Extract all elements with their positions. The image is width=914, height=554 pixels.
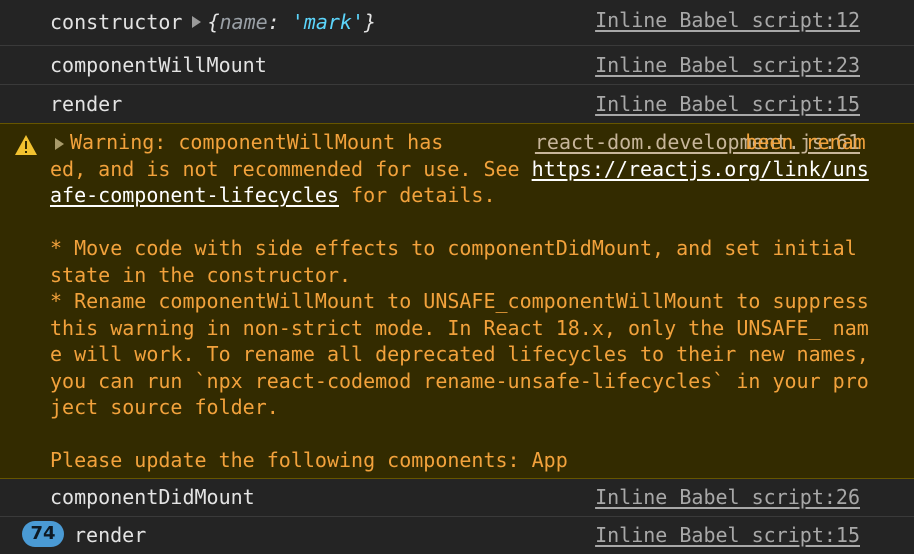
console-message: componentWillMount xyxy=(50,53,267,77)
object-value: 'mark' xyxy=(291,10,365,34)
warning-triangle-icon xyxy=(15,135,37,155)
object-key: name xyxy=(219,10,268,34)
console-message: componentDidMount xyxy=(50,485,255,509)
object-colon: : xyxy=(267,10,292,34)
console-panel: constructor {name: 'mark'} Inline Babel s… xyxy=(0,0,914,554)
brace-open: { xyxy=(207,10,220,34)
warning-bullet-1: * Move code with side effects to compone… xyxy=(50,236,869,287)
source-link[interactable]: Inline Babel script:15 xyxy=(595,522,860,549)
warning-line-1: Warning: componentWillMount has xyxy=(70,130,456,154)
brace-close: } xyxy=(364,10,377,34)
console-row-componentdidmount: componentDidMount Inline Babel script:26 xyxy=(0,479,914,516)
warning-bullet-2: * Rename componentWillMount to UNSAFE_co… xyxy=(50,289,881,419)
source-link[interactable]: Inline Babel script:15 xyxy=(595,91,860,118)
source-link[interactable]: Inline Babel script:12 xyxy=(595,7,860,34)
source-link[interactable]: Inline Babel script:23 xyxy=(595,52,860,79)
message-text: constructor xyxy=(50,10,183,34)
console-message: render xyxy=(74,523,147,547)
warning-footer: Please update the following components: … xyxy=(50,448,568,472)
object-preview[interactable]: {name: 'mark'} xyxy=(207,10,376,34)
warning-line-2-end: for details. xyxy=(338,183,496,207)
console-row-render-repeated: 74 render Inline Babel script:15 xyxy=(0,516,914,554)
console-row-render: render Inline Babel script:15 xyxy=(0,84,914,123)
console-row-constructor: constructor {name: 'mark'} Inline Babel s… xyxy=(0,0,914,45)
repeat-count-badge: 74 xyxy=(22,521,64,547)
warning-text: Warning: componentWillMount has been ren… xyxy=(50,129,876,474)
console-row-componentwillmount: componentWillMount Inline Babel script:2… xyxy=(0,45,914,84)
console-message: constructor {name: 'mark'} xyxy=(50,9,376,36)
console-message: render xyxy=(50,92,123,116)
source-link[interactable]: Inline Babel script:26 xyxy=(595,484,860,511)
expand-object-toggle-icon[interactable] xyxy=(192,16,202,28)
warning-message: react-dom.development.js:61 Warning: com… xyxy=(0,123,914,479)
